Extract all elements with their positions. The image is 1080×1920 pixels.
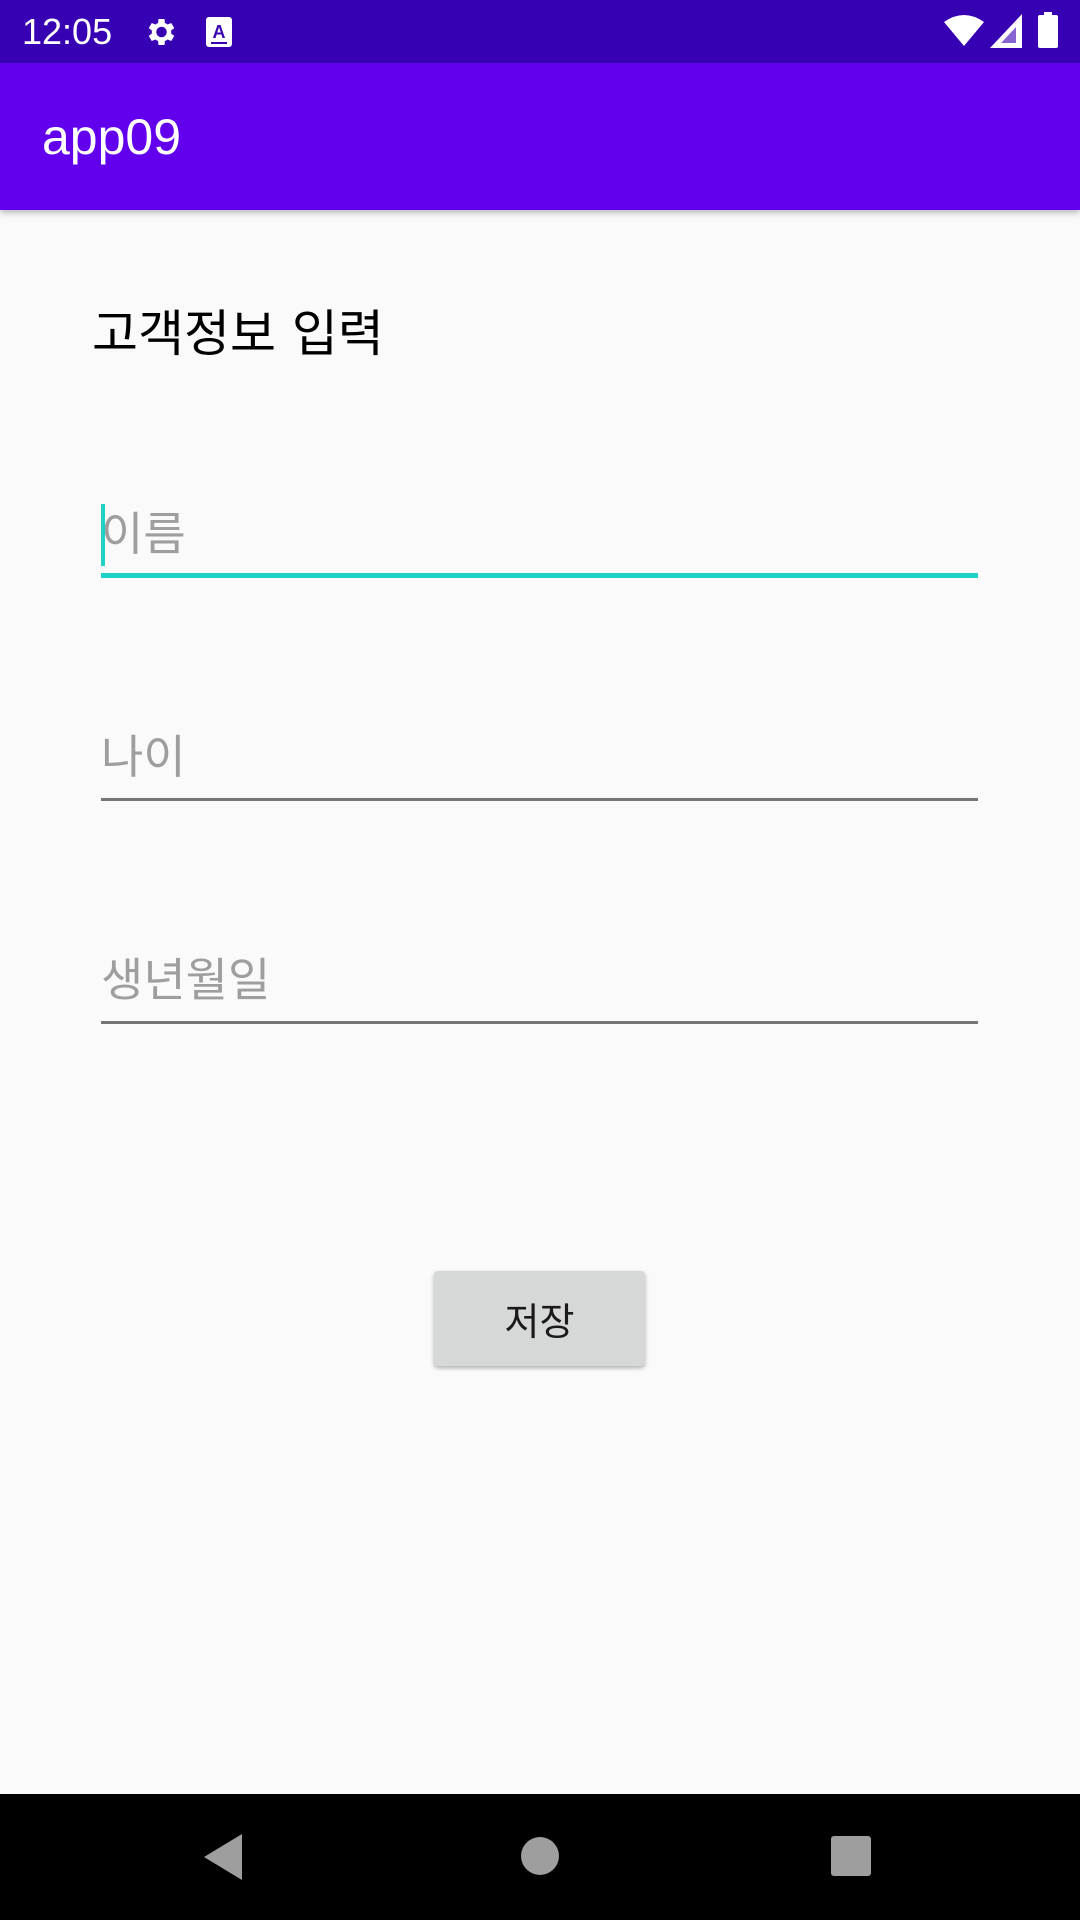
app-title: app09 (42, 109, 182, 165)
gear-icon (142, 14, 178, 54)
form-title: 고객정보 입력 (92, 305, 384, 363)
keyboard-a-icon: A (205, 16, 233, 52)
navigation-bar (0, 1794, 1080, 1920)
age-input[interactable] (101, 721, 978, 793)
birthdate-input[interactable] (101, 944, 978, 1016)
cellular-signal-icon (990, 14, 1022, 52)
battery-icon (1038, 12, 1058, 52)
name-field[interactable] (101, 498, 978, 578)
status-time: 12:05 (22, 11, 113, 52)
app-bar: app09 (0, 63, 1080, 210)
save-button[interactable]: 저장 (434, 1271, 645, 1366)
age-field-underline (101, 798, 978, 801)
birthdate-field-underline (101, 1021, 978, 1024)
status-bar: 12:05 A (0, 0, 1080, 63)
text-cursor (101, 504, 105, 566)
svg-text:A: A (213, 22, 226, 42)
recents-icon[interactable] (831, 1836, 871, 1880)
home-icon[interactable] (520, 1836, 560, 1880)
back-icon[interactable] (204, 1834, 244, 1884)
wifi-icon (944, 14, 984, 52)
name-field-underline (101, 573, 978, 578)
age-field[interactable] (101, 721, 978, 801)
birthdate-field[interactable] (101, 944, 978, 1024)
name-input[interactable] (101, 498, 978, 570)
